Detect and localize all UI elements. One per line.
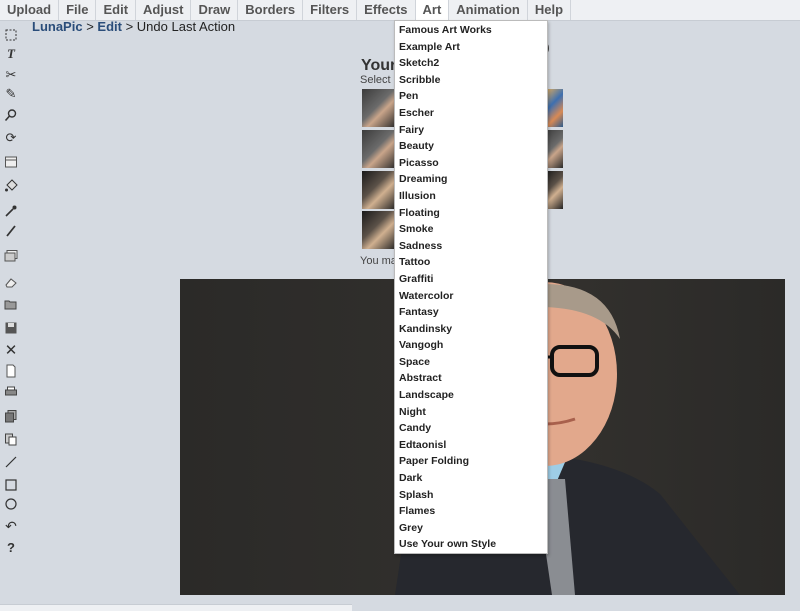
paint-bucket-icon[interactable] <box>3 178 19 194</box>
art-menu-item-flames[interactable]: Flames <box>395 503 547 520</box>
art-menu-item-splash[interactable]: Splash <box>395 487 547 504</box>
help-icon[interactable]: ? <box>3 539 19 555</box>
eraser-icon[interactable] <box>3 274 19 290</box>
info-text: You ma <box>360 255 397 267</box>
art-menu-item-smoke[interactable]: Smoke <box>395 221 547 238</box>
menu-filters[interactable]: Filters <box>303 0 358 20</box>
breadcrumb-section-link[interactable]: Edit <box>97 19 122 34</box>
art-menu-item-fantasy[interactable]: Fantasy <box>395 304 547 321</box>
close-icon[interactable]: ✕ <box>3 342 19 359</box>
art-menu-item-paper-folding[interactable]: Paper Folding <box>395 453 547 470</box>
breadcrumb: LunaPic > Edit > Undo Last Action <box>32 20 235 34</box>
breadcrumb-separator: > <box>121 19 137 34</box>
breadcrumb-root-link[interactable]: LunaPic <box>32 19 83 34</box>
art-menu-item-use-your-own-style[interactable]: Use Your own Style <box>395 536 547 553</box>
art-menu-item-pen[interactable]: Pen <box>395 88 547 105</box>
art-menu-item-beauty[interactable]: Beauty <box>395 138 547 155</box>
thumbnail-image[interactable] <box>362 211 396 249</box>
paste-icon[interactable] <box>3 431 19 447</box>
menu-bar: Upload File Edit Adjust Draw Borders Filters Ef… <box>0 0 800 21</box>
menu-file[interactable]: File <box>59 0 97 20</box>
art-menu-item-grey[interactable]: Grey <box>395 520 547 537</box>
art-menu-item-escher[interactable]: Escher <box>395 105 547 122</box>
breadcrumb-separator: > <box>82 19 98 34</box>
menu-effects[interactable]: Effects <box>357 0 416 20</box>
art-menu-item-illusion[interactable]: Illusion <box>395 188 547 205</box>
menu-borders[interactable]: Borders <box>238 0 304 20</box>
art-menu-item-abstract[interactable]: Abstract <box>395 370 547 387</box>
art-menu-list: Famous Art Works Example Art Sketch2 Scribb… <box>395 21 547 553</box>
art-menu-item-floating[interactable]: Floating <box>395 205 547 222</box>
art-menu-item-space[interactable]: Space <box>395 354 547 371</box>
print-icon[interactable] <box>3 384 19 400</box>
copy-icon[interactable] <box>3 408 19 424</box>
open-folder-icon[interactable] <box>3 296 19 312</box>
menu-edit[interactable]: Edit <box>96 0 137 20</box>
art-menu-item-dark[interactable]: Dark <box>395 470 547 487</box>
new-file-icon[interactable] <box>3 363 19 379</box>
thumbnail-image[interactable] <box>362 171 396 209</box>
menu-help[interactable]: Help <box>528 0 572 20</box>
brush-icon[interactable] <box>3 223 19 239</box>
art-menu-item-sadness[interactable]: Sadness <box>395 238 547 255</box>
art-menu-item-tattoo[interactable]: Tattoo <box>395 254 547 271</box>
art-menu-dropdown: Famous Art Works Example Art Sketch2 Scribb… <box>394 20 548 554</box>
undo-icon[interactable]: ↶ <box>3 518 19 534</box>
menu-upload[interactable]: Upload <box>0 0 60 20</box>
zoom-icon[interactable] <box>3 107 19 123</box>
menu-draw[interactable]: Draw <box>191 0 239 20</box>
menu-animation[interactable]: Animation <box>449 0 528 20</box>
art-menu-item-fairy[interactable]: Fairy <box>395 122 547 139</box>
art-menu-item-picasso[interactable]: Picasso <box>395 155 547 172</box>
select-instruction: Select <box>360 74 391 86</box>
art-menu-item-dreaming[interactable]: Dreaming <box>395 171 547 188</box>
art-menu-item-vangogh[interactable]: Vangogh <box>395 337 547 354</box>
circle-icon[interactable] <box>3 496 19 512</box>
thumbnail-image[interactable] <box>362 130 396 168</box>
save-icon[interactable] <box>3 320 19 336</box>
art-menu-item-graffiti[interactable]: Graffiti <box>395 271 547 288</box>
art-menu-item-sketch2[interactable]: Sketch2 <box>395 55 547 72</box>
menu-art[interactable]: Art <box>415 0 450 20</box>
text-tool-icon[interactable]: T <box>3 46 19 62</box>
scissors-icon[interactable]: ✂ <box>3 67 19 83</box>
breadcrumb-current: Undo Last Action <box>136 19 236 34</box>
art-menu-item-scribble[interactable]: Scribble <box>395 72 547 89</box>
marquee-select-icon[interactable] <box>3 27 19 43</box>
art-menu-item-candy[interactable]: Candy <box>395 420 547 437</box>
tool-sidebar: T ✂ ✎ ⟳ ✕ ↶ ? <box>0 22 22 602</box>
art-menu-item-example-art[interactable]: Example Art <box>395 39 547 56</box>
art-menu-item-night[interactable]: Night <box>395 404 547 421</box>
art-menu-item-edtaonisl[interactable]: Edtaonisl <box>395 437 547 454</box>
art-menu-item-watercolor[interactable]: Watercolor <box>395 288 547 305</box>
images-icon[interactable] <box>3 248 19 264</box>
thumbnail-image[interactable] <box>362 89 396 127</box>
line-icon[interactable] <box>3 454 19 470</box>
art-menu-item-kandinsky[interactable]: Kandinsky <box>395 321 547 338</box>
rectangle-icon[interactable] <box>3 477 19 493</box>
rotate-icon[interactable]: ⟳ <box>3 130 19 146</box>
art-menu-item-landscape[interactable]: Landscape <box>395 387 547 404</box>
pencil-icon[interactable]: ✎ <box>3 86 19 102</box>
art-menu-item-famous-art-works[interactable]: Famous Art Works <box>395 22 547 39</box>
layer-icon[interactable] <box>3 154 19 170</box>
eyedropper-icon[interactable] <box>3 203 19 219</box>
menu-adjust[interactable]: Adjust <box>136 0 192 20</box>
page-title: Your <box>361 57 397 74</box>
